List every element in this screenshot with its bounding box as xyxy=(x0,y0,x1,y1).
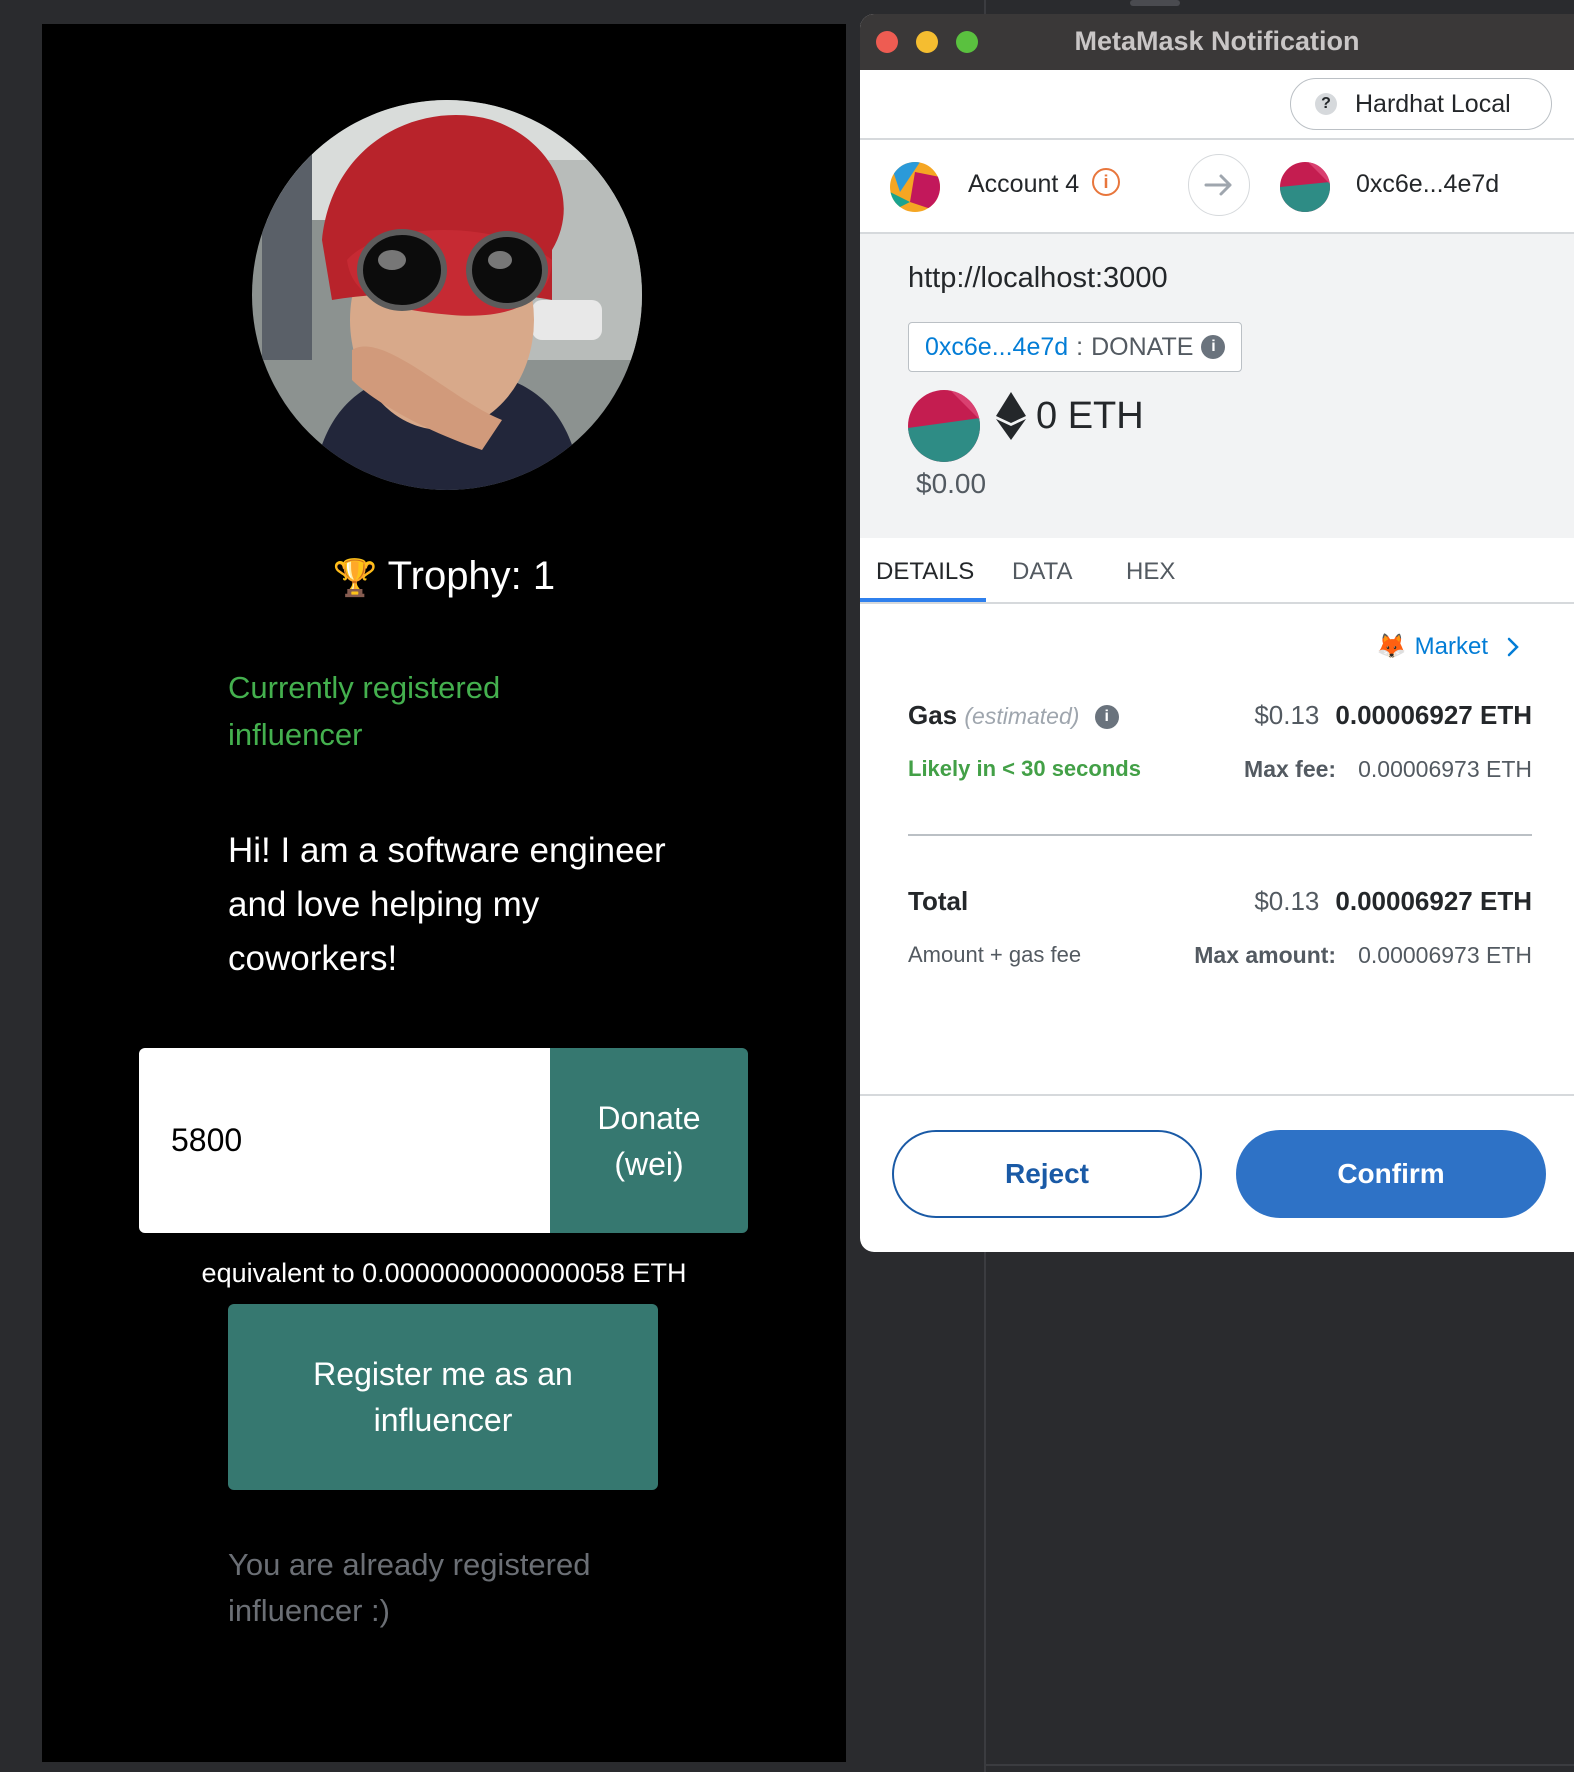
details-divider xyxy=(908,834,1532,836)
gas-label-row: Gas (estimated) i xyxy=(908,700,1119,731)
active-tab-indicator xyxy=(860,598,986,602)
confirm-button[interactable]: Confirm xyxy=(1236,1130,1546,1218)
market-link[interactable]: 🦊 Market xyxy=(1377,632,1524,661)
max-fee-value: 0.00006973 ETH xyxy=(1358,756,1532,782)
sender-recipient-row: Account 4 i 0xc6e...4e7d xyxy=(860,140,1574,232)
donate-amount-input[interactable] xyxy=(139,1048,550,1233)
donate-button[interactable]: Donate (wei) xyxy=(550,1048,748,1233)
amount-fiat: $0.00 xyxy=(916,468,987,499)
account-identicon[interactable] xyxy=(890,162,940,212)
footer-divider xyxy=(860,1094,1574,1096)
influencer-app: 🏆 Trophy: 1 Currently registered influenc… xyxy=(42,24,846,1762)
gas-fee-eth: 0.00006927 ETH xyxy=(1335,700,1532,730)
max-fee-label: Max fee: xyxy=(1244,756,1337,782)
total-values: $0.13 0.00006927 ETH xyxy=(1254,886,1532,917)
gas-label: Gas xyxy=(908,700,958,730)
desktop-divider-bottom xyxy=(984,1764,1574,1766)
recipient-address[interactable]: 0xc6e...4e7d xyxy=(1356,170,1499,199)
trophy-count: 🏆 Trophy: 1 xyxy=(42,554,846,599)
contract-method: 0xc6e...4e7d : DONATE i xyxy=(908,322,1243,372)
max-amount-value: 0.00006973 ETH xyxy=(1358,942,1532,968)
already-registered-note: You are already registered influencer :) xyxy=(228,1547,591,1628)
chevron-right-icon xyxy=(1507,637,1519,656)
network-name: Hardhat Local xyxy=(1355,89,1511,118)
registration-status: Currently registered influencer xyxy=(228,670,501,752)
recipient-identicon-large xyxy=(908,390,980,462)
arrow-right-icon xyxy=(1188,154,1250,216)
market-label: Market xyxy=(1414,632,1488,660)
eth-equivalent: equivalent to 0.0000000000000058 ETH xyxy=(201,1258,687,1288)
background-window-edge xyxy=(1130,0,1180,6)
trophy-label: Trophy: 1 xyxy=(387,554,556,598)
account-info-icon[interactable]: i xyxy=(1092,168,1120,196)
total-subtitle: Amount + gas fee xyxy=(908,942,1082,967)
tab-details[interactable]: DETAILS xyxy=(876,558,974,586)
influencer-bio: Hi! I am a software engineer and love he… xyxy=(228,831,666,978)
total-eth: 0.00006927 ETH xyxy=(1335,886,1532,916)
max-amount-row: Max amount: 0.00006973 ETH xyxy=(1194,942,1532,969)
profile-photo xyxy=(252,100,642,490)
method-name: DONATE xyxy=(1091,332,1194,361)
register-influencer-button[interactable]: Register me as an influencer xyxy=(228,1304,658,1490)
tab-data[interactable]: DATA xyxy=(1012,558,1072,586)
contract-address-link[interactable]: 0xc6e...4e7d xyxy=(925,333,1068,362)
gas-speed-estimate[interactable]: Likely in < 30 seconds xyxy=(908,756,1141,782)
gas-fee-fiat: $0.13 xyxy=(1254,700,1320,730)
trophy-icon: 🏆 xyxy=(332,557,378,599)
window-title: MetaMask Notification xyxy=(1074,26,1360,56)
fox-icon: 🦊 xyxy=(1376,633,1407,660)
amount-value: 0 ETH xyxy=(1036,394,1144,437)
method-info-icon[interactable]: i xyxy=(1201,335,1226,359)
site-origin: http://localhost:3000 xyxy=(908,262,1168,294)
max-amount-label: Max amount: xyxy=(1194,942,1337,968)
transaction-summary: http://localhost:3000 0xc6e...4e7d : DON… xyxy=(860,234,1574,538)
transaction-tabs: DETAILS DATA HEX xyxy=(860,538,1574,604)
transaction-amount: 0 ETH xyxy=(996,392,1144,440)
recipient-identicon xyxy=(1280,162,1330,212)
total-fiat: $0.13 xyxy=(1254,886,1320,916)
donate-form: Donate (wei) xyxy=(139,1048,748,1233)
gas-info-icon[interactable]: i xyxy=(1094,705,1119,730)
ethereum-icon xyxy=(996,392,1026,440)
gas-fee-values: $0.13 0.00006927 ETH xyxy=(1254,700,1532,731)
gas-qualifier: (estimated) xyxy=(964,703,1080,729)
from-account-name[interactable]: Account 4 xyxy=(968,170,1079,199)
method-separator: : xyxy=(1076,332,1084,361)
network-selector[interactable]: ? Hardhat Local xyxy=(1290,78,1552,130)
reject-button[interactable]: Reject xyxy=(892,1130,1202,1218)
tab-hex[interactable]: HEX xyxy=(1126,558,1175,586)
question-icon: ? xyxy=(1315,93,1337,115)
total-label: Total xyxy=(908,886,969,916)
max-fee-row: Max fee: 0.00006973 ETH xyxy=(1244,756,1532,783)
metamask-window: MetaMask Notification ? Hardhat Local Ac… xyxy=(860,14,1574,1252)
window-titlebar: MetaMask Notification xyxy=(860,14,1574,70)
